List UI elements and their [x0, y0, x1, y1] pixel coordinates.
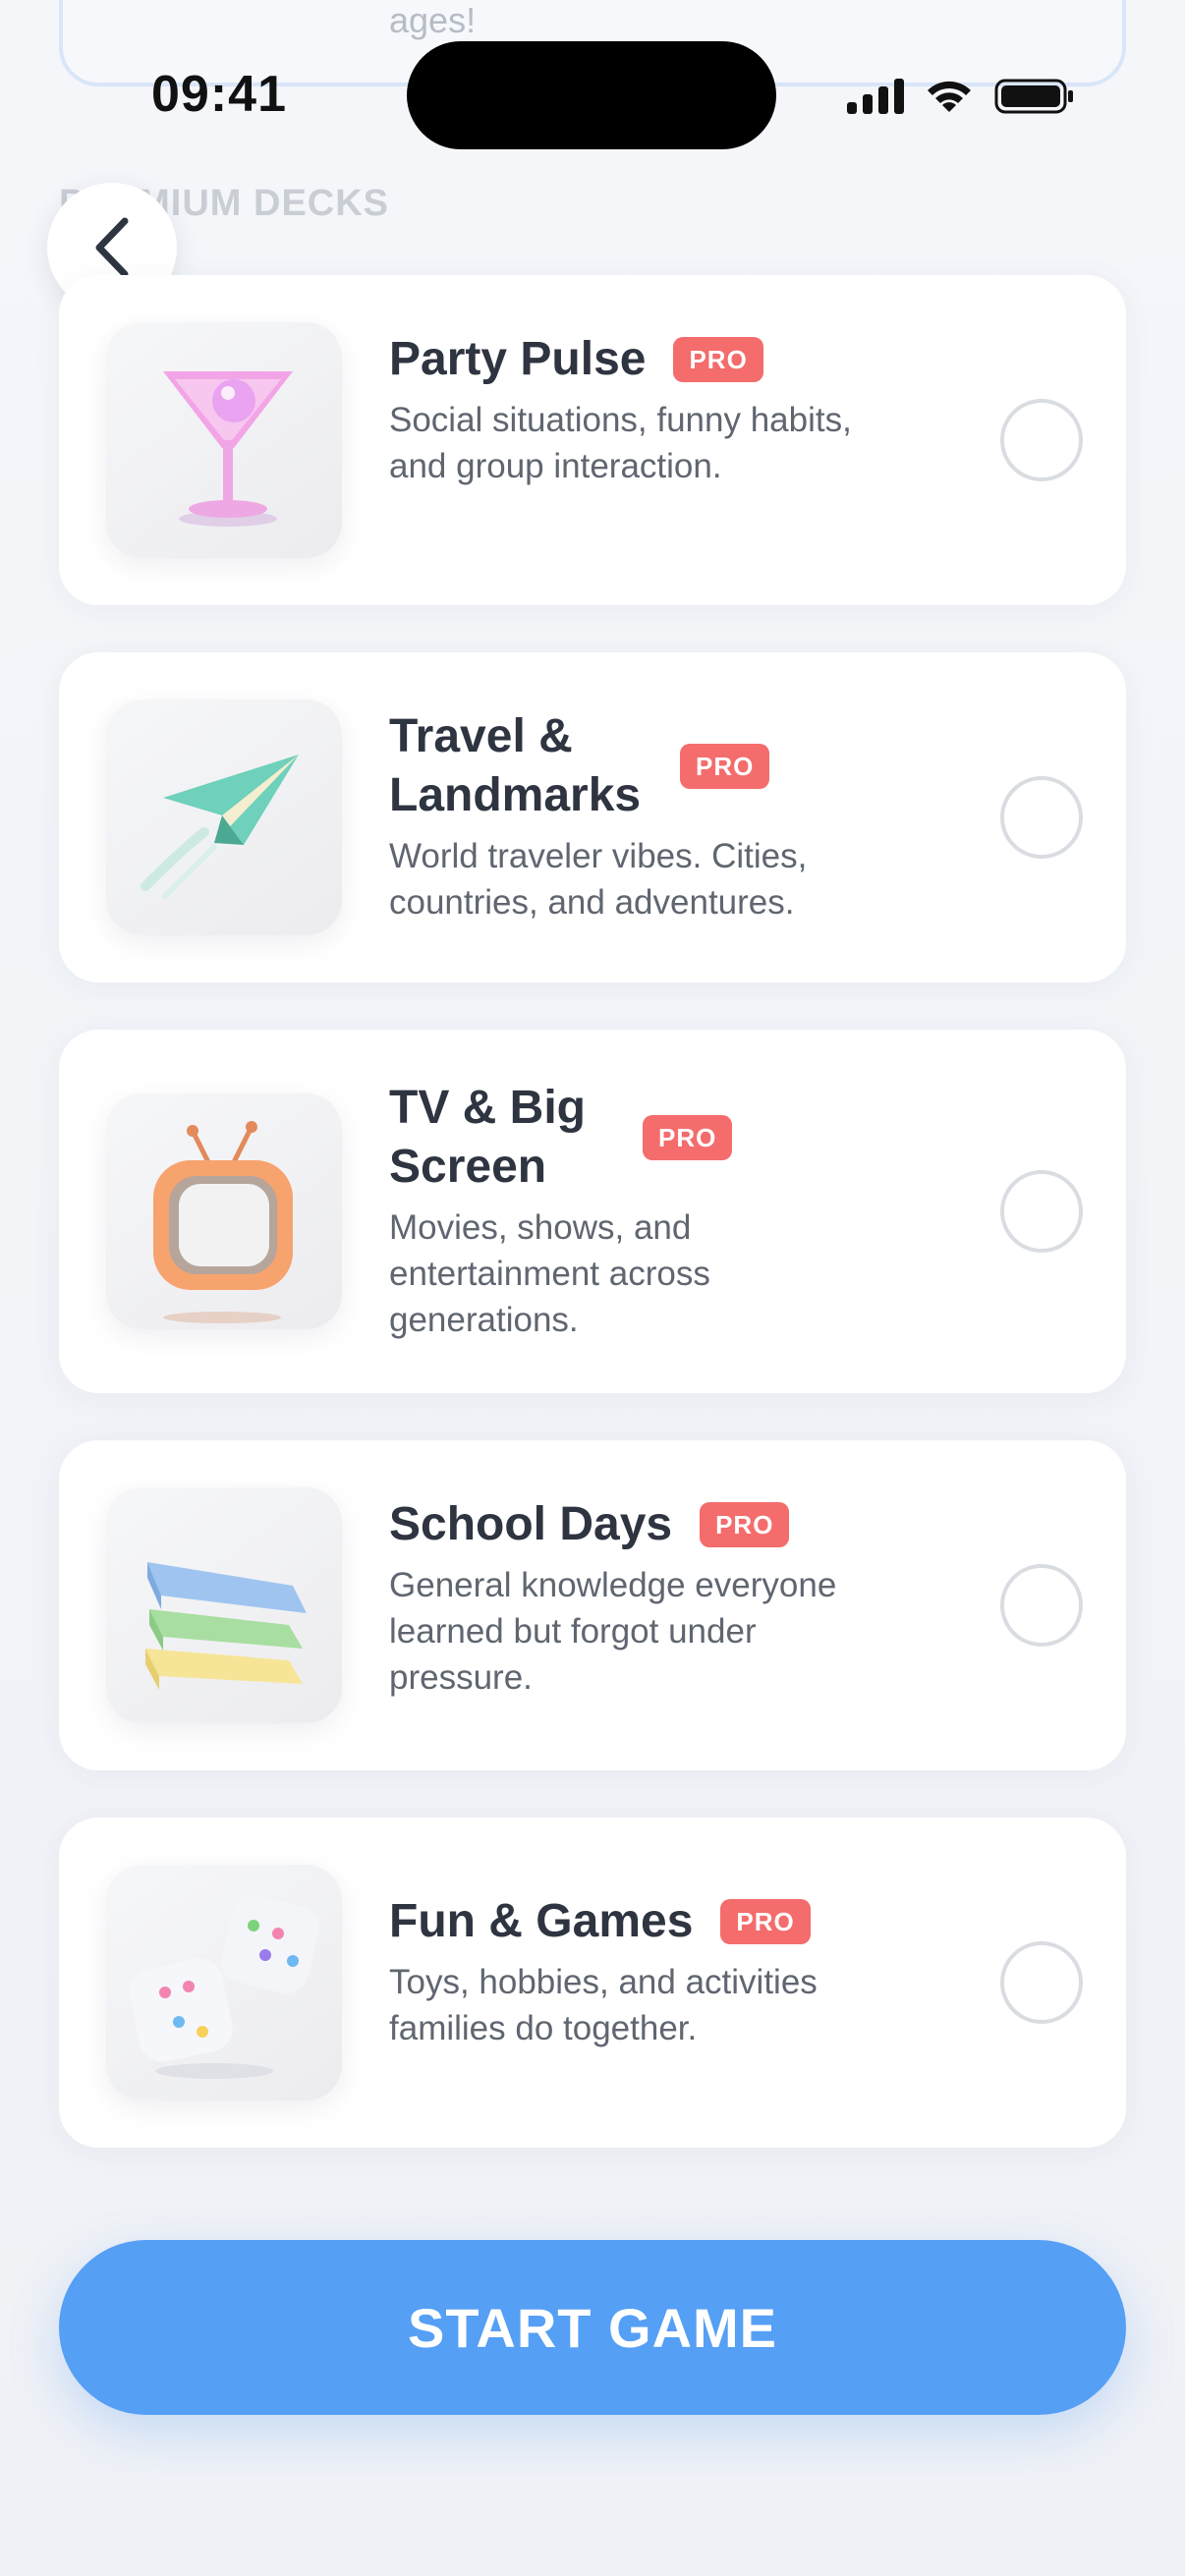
deck-info: Travel & Landmarks PRO World traveler vi… — [389, 707, 900, 925]
deck-select-radio[interactable] — [1000, 1564, 1083, 1647]
deck-info: Party Pulse PRO Social situations, funny… — [389, 330, 900, 489]
screen: ages! 09:41 PREMIUM DECKS Party Pulse PR… — [0, 0, 1185, 2576]
deck-select-radio[interactable] — [1000, 1941, 1083, 2024]
deck-card-travel-landmarks[interactable]: Travel & Landmarks PRO World traveler vi… — [59, 652, 1126, 982]
deck-card-fun-games[interactable]: Fun & Games PRO Toys, hobbies, and activ… — [59, 1818, 1126, 2148]
books-stack-icon — [106, 1487, 342, 1723]
deck-info: School Days PRO General knowledge everyo… — [389, 1495, 900, 1701]
deck-info: TV & Big Screen PRO Movies, shows, and e… — [389, 1079, 900, 1343]
paper-plane-icon — [106, 700, 342, 935]
deck-description: Movies, shows, and entertainment across … — [389, 1208, 710, 1339]
signal-icon — [847, 79, 904, 114]
deck-select-radio[interactable] — [1000, 399, 1083, 481]
pro-badge: PRO — [680, 744, 770, 789]
dice-icon — [106, 1865, 342, 2100]
pro-badge: PRO — [700, 1502, 790, 1547]
deck-description: World traveler vibes. Cities, countries,… — [389, 837, 808, 922]
pro-badge: PRO — [673, 337, 763, 382]
deck-select-radio[interactable] — [1000, 776, 1083, 859]
retro-tv-icon — [106, 1093, 342, 1329]
dynamic-island — [407, 41, 776, 149]
previous-deck-description: ages! — [389, 0, 477, 40]
deck-card-tv-big-screen[interactable]: TV & Big Screen PRO Movies, shows, and e… — [59, 1030, 1126, 1393]
deck-title: School Days — [389, 1498, 673, 1550]
deck-card-school-days[interactable]: School Days PRO General knowledge everyo… — [59, 1440, 1126, 1770]
chevron-left-icon — [95, 217, 129, 278]
deck-title: TV & Big Screen — [389, 1082, 586, 1193]
start-game-label: START GAME — [407, 2296, 778, 2359]
deck-info: Fun & Games PRO Toys, hobbies, and activ… — [389, 1892, 900, 2051]
status-time: 09:41 — [151, 66, 287, 123]
deck-description: General knowledge everyone learned but f… — [389, 1566, 837, 1697]
wifi-icon — [928, 81, 971, 112]
deck-description: Toys, hobbies, and activities families d… — [389, 1963, 818, 2047]
deck-description: Social situations, funny habits, and gro… — [389, 401, 852, 485]
start-game-button[interactable]: START GAME — [59, 2240, 1126, 2415]
deck-card-party-pulse[interactable]: Party Pulse PRO Social situations, funny… — [59, 275, 1126, 605]
deck-title: Party Pulse — [389, 333, 647, 385]
deck-title: Fun & Games — [389, 1895, 694, 1947]
status-icons — [847, 75, 1075, 118]
pro-badge: PRO — [720, 1899, 811, 1944]
deck-select-radio[interactable] — [1000, 1170, 1083, 1253]
battery-icon — [994, 79, 1073, 114]
deck-title: Travel & Landmarks — [389, 710, 642, 821]
pro-badge: PRO — [643, 1115, 733, 1160]
cocktail-glass-icon — [106, 322, 342, 558]
